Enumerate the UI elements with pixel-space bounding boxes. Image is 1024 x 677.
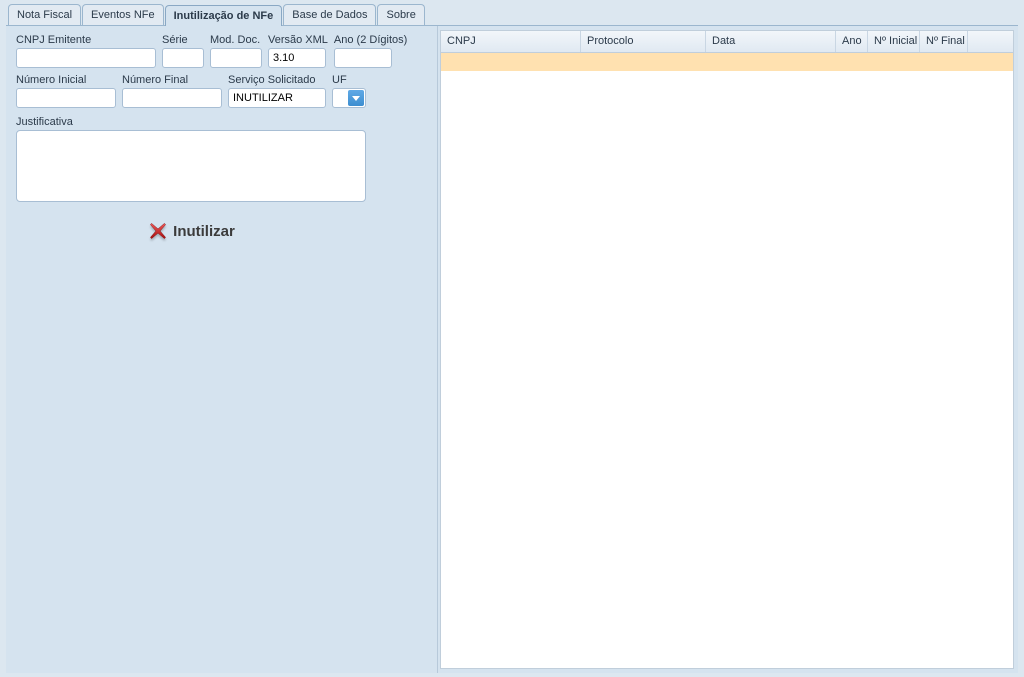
versao-xml-input[interactable] xyxy=(268,48,326,68)
cnpj-emitente-input[interactable] xyxy=(16,48,156,68)
grid-cell-spacer xyxy=(968,53,1013,71)
numero-final-label: Número Final xyxy=(122,74,222,86)
ano-input[interactable] xyxy=(334,48,392,68)
grid-header: CNPJ Protocolo Data Ano Nº Inicial Nº Fi… xyxy=(441,31,1013,53)
inutilizar-button-label: Inutilizar xyxy=(173,223,235,240)
grid-cell-n-final xyxy=(920,53,968,71)
grid-header-data[interactable]: Data xyxy=(706,31,836,52)
chevron-down-icon[interactable] xyxy=(348,90,364,106)
servico-solicitado-input[interactable] xyxy=(228,88,326,108)
tab-nota-fiscal[interactable]: Nota Fiscal xyxy=(8,4,81,25)
grid-body[interactable] xyxy=(441,53,1013,668)
servico-solicitado-label: Serviço Solicitado xyxy=(228,74,326,86)
versao-xml-label: Versão XML xyxy=(268,34,328,46)
grid-cell-protocolo xyxy=(581,53,706,71)
grid-cell-ano xyxy=(836,53,868,71)
numero-final-input[interactable] xyxy=(122,88,222,108)
ano-label: Ano (2 Dígitos) xyxy=(334,34,407,46)
grid-cell-n-inicial xyxy=(868,53,920,71)
grid-header-n-final[interactable]: Nº Final xyxy=(920,31,968,52)
tab-sobre[interactable]: Sobre xyxy=(377,4,424,25)
app-window: Nota Fiscal Eventos NFe Inutilização de … xyxy=(0,0,1024,677)
justificativa-textarea[interactable] xyxy=(16,130,366,202)
cnpj-emitente-label: CNPJ Emitente xyxy=(16,34,156,46)
grid-header-protocolo[interactable]: Protocolo xyxy=(581,31,706,52)
uf-label: UF xyxy=(332,74,366,86)
grid-header-n-inicial[interactable]: Nº Inicial xyxy=(868,31,920,52)
grid-header-ano[interactable]: Ano xyxy=(836,31,868,52)
content-area: CNPJ Emitente Série Mod. Doc. Versão XML… xyxy=(6,25,1018,673)
inutilizar-button[interactable]: Inutilizar xyxy=(141,216,241,246)
close-icon xyxy=(147,220,169,242)
grid-cell-data xyxy=(706,53,836,71)
table-row[interactable] xyxy=(441,53,1013,71)
serie-input[interactable] xyxy=(162,48,204,68)
tabs-bar: Nota Fiscal Eventos NFe Inutilização de … xyxy=(6,4,1018,25)
tab-eventos-nfe[interactable]: Eventos NFe xyxy=(82,4,164,25)
numero-inicial-input[interactable] xyxy=(16,88,116,108)
grid-cell-cnpj xyxy=(441,53,581,71)
numero-inicial-label: Número Inicial xyxy=(16,74,116,86)
tab-inutilizacao-nfe[interactable]: Inutilização de NFe xyxy=(165,5,283,26)
grid-panel: CNPJ Protocolo Data Ano Nº Inicial Nº Fi… xyxy=(440,30,1014,669)
serie-label: Série xyxy=(162,34,204,46)
form-panel: CNPJ Emitente Série Mod. Doc. Versão XML… xyxy=(6,26,438,673)
grid-header-spacer xyxy=(968,31,1013,52)
mod-doc-label: Mod. Doc. xyxy=(210,34,262,46)
grid-header-cnpj[interactable]: CNPJ xyxy=(441,31,581,52)
mod-doc-input[interactable] xyxy=(210,48,262,68)
tab-base-de-dados[interactable]: Base de Dados xyxy=(283,4,376,25)
justificativa-label: Justificativa xyxy=(16,116,366,128)
